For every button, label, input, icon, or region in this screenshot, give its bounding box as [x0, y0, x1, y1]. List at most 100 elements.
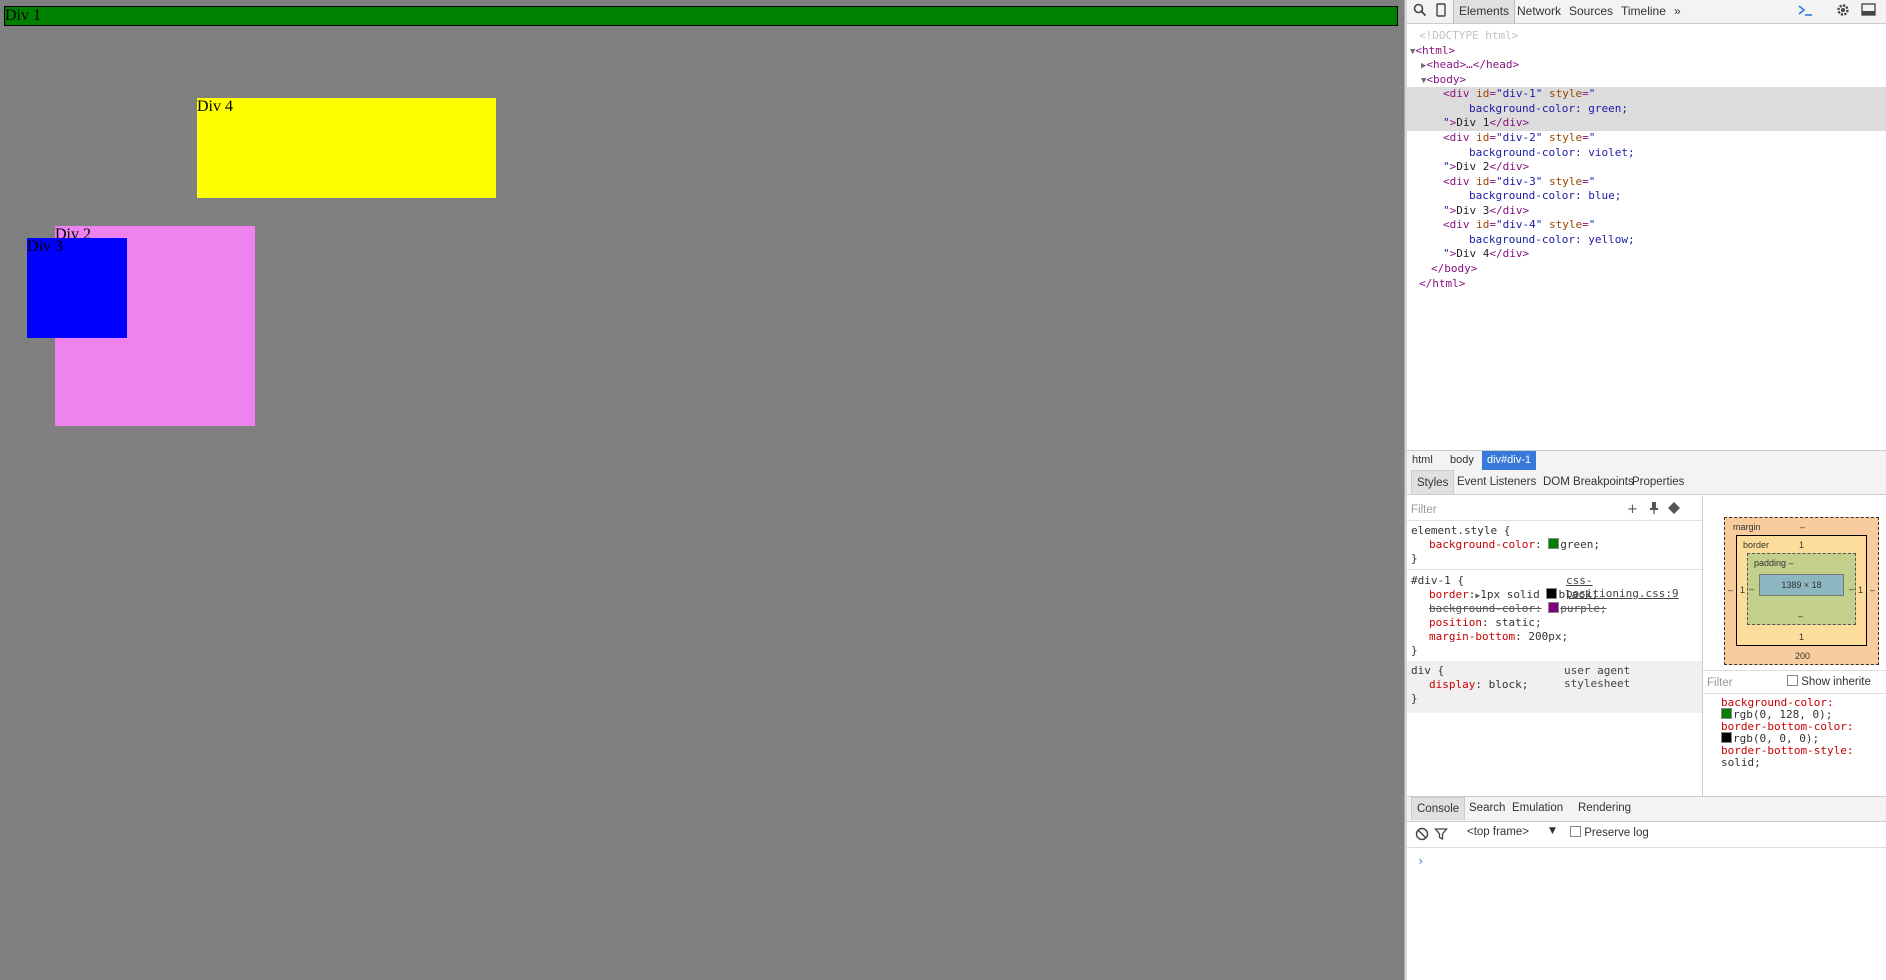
dom-line-body[interactable]: ▼<body> — [1407, 73, 1886, 88]
computed-value: solid; — [1721, 756, 1761, 769]
tab-dom-breakpoints[interactable]: DOM Breakpoints — [1538, 470, 1639, 494]
dom-line-html-close[interactable]: </html> — [1407, 277, 1886, 292]
computed-filter-input[interactable]: Filter — [1707, 677, 1733, 689]
more-tabs-button[interactable]: » — [1669, 0, 1686, 23]
preserve-log-checkbox[interactable] — [1570, 826, 1581, 837]
search-icon[interactable] — [1411, 3, 1429, 21]
tab-rendering[interactable]: Rendering — [1573, 797, 1636, 820]
console-output[interactable]: › — [1407, 848, 1886, 980]
filter-icon[interactable] — [1434, 827, 1448, 844]
dom-node-div-3[interactable]: <div id="div-3" style=" background-color… — [1407, 175, 1886, 219]
dom-node-div-4[interactable]: <div id="div-4" style=" background-color… — [1407, 218, 1886, 262]
div-3-id: div-3 — [1502, 174, 1536, 188]
rule-close: } — [1411, 552, 1418, 565]
margin-label: margin — [1733, 522, 1761, 532]
padding-bottom-value: – — [1798, 611, 1804, 621]
console-toolbar: <top frame> ▼ Preserve log — [1407, 821, 1886, 848]
div-4-label: Div 4 — [197, 98, 233, 115]
dom-line-doctype[interactable]: <!DOCTYPE html> — [1407, 29, 1886, 44]
padding-left-value: – — [1749, 584, 1755, 594]
dock-side-icon[interactable] — [1859, 3, 1877, 21]
div-4-bg: yellow — [1588, 232, 1628, 246]
padding-box[interactable]: padding – – – – 1389 × 18 — [1747, 553, 1856, 625]
expand-arrow-icon[interactable]: ▼ — [1407, 76, 1426, 86]
margin-top-value: – — [1800, 522, 1806, 532]
console-prompt[interactable]: › — [1417, 854, 1424, 868]
tab-event-listeners[interactable]: Event Listeners — [1452, 470, 1541, 494]
dom-line-html[interactable]: ▼<html> — [1407, 44, 1886, 59]
position-prop: position — [1429, 616, 1482, 629]
element-style-declaration[interactable]: background-color: green; — [1429, 538, 1600, 551]
preserve-log-toggle[interactable]: Preserve log — [1570, 826, 1649, 839]
position-value: static; — [1495, 616, 1542, 629]
background-declaration-overridden[interactable]: background-color: purple; — [1429, 602, 1607, 615]
breadcrumb: html body div#div-1 — [1407, 450, 1886, 471]
content-box[interactable]: 1389 × 18 — [1759, 574, 1844, 596]
user-agent-source: user agent stylesheet — [1564, 664, 1631, 690]
box-model-pane: margin – – – 200 border 1 1 1 1 padding … — [1703, 496, 1886, 796]
position-declaration[interactable]: position: static; — [1429, 616, 1542, 629]
dom-node-div-1[interactable]: <div id="div-1" style=" background-color… — [1407, 87, 1886, 131]
device-mode-icon[interactable] — [1432, 3, 1450, 21]
div-1-text: Div 1 — [1456, 116, 1490, 129]
tab-styles[interactable]: Styles — [1411, 470, 1455, 494]
color-swatch[interactable] — [1548, 538, 1560, 549]
dom-node-div-2[interactable]: <div id="div-2" style=" background-color… — [1407, 131, 1886, 175]
pin-icon[interactable] — [1649, 501, 1659, 518]
inspected-page: Div 4 Div 2 Div 3 Div 1 — [0, 0, 1404, 980]
drawer-tabs: Console Search Emulation Rendering — [1407, 796, 1886, 822]
margin-declaration[interactable]: margin-bottom: 200px; — [1429, 630, 1568, 643]
collapse-arrow-icon[interactable]: ▶ — [1407, 61, 1426, 71]
border-value: 1px solid — [1480, 588, 1540, 601]
border-declaration[interactable]: border:▶1px solid black; — [1429, 588, 1598, 601]
add-rule-icon[interactable]: + — [1627, 502, 1638, 517]
element-style-prop: background-color — [1429, 538, 1535, 551]
show-inherited-checkbox[interactable] — [1787, 675, 1798, 686]
breadcrumb-html[interactable]: html — [1407, 451, 1438, 470]
tab-elements[interactable]: Elements — [1453, 0, 1516, 23]
preserve-log-label: Preserve log — [1584, 827, 1649, 839]
dom-line-body-close[interactable]: </body> — [1407, 262, 1886, 277]
tab-console[interactable]: Console — [1411, 797, 1466, 820]
color-format-icon[interactable] — [1667, 501, 1681, 518]
margin-box[interactable]: margin – – – 200 border 1 1 1 1 padding … — [1724, 517, 1879, 665]
breadcrumb-div-1[interactable]: div#div-1 — [1482, 451, 1537, 470]
gear-icon[interactable] — [1834, 3, 1852, 21]
tab-timeline[interactable]: Timeline — [1616, 0, 1671, 23]
border-right-value: 1 — [1857, 585, 1863, 595]
padding-right-value: – — [1848, 584, 1854, 594]
frame-select[interactable]: <top frame> — [1467, 826, 1529, 838]
id-rule-selector: #div-1 { — [1411, 574, 1464, 587]
margin-left-value: – — [1728, 585, 1734, 595]
frame-select-value: <top frame> — [1467, 826, 1530, 838]
color-swatch[interactable] — [1546, 588, 1558, 599]
border-box[interactable]: border 1 1 1 1 padding – – – – 1389 × 18 — [1736, 535, 1867, 646]
breadcrumb-body[interactable]: body — [1445, 451, 1479, 470]
console-drawer-icon[interactable] — [1796, 3, 1814, 21]
chevron-down-icon[interactable]: ▼ — [1549, 826, 1556, 836]
color-swatch[interactable] — [1548, 602, 1560, 613]
margin-value: 200px; — [1528, 630, 1569, 643]
div-2-id: div-2 — [1502, 131, 1536, 144]
show-inherited-label: Show inherite — [1801, 676, 1871, 688]
div-rule-selector: div { — [1411, 664, 1445, 677]
margin-prop: margin-bottom — [1429, 630, 1516, 643]
show-inherited-toggle[interactable]: Show inherite — [1787, 675, 1871, 688]
dom-line-head[interactable]: ▶<head>…</head> — [1407, 58, 1886, 73]
tab-sources[interactable]: Sources — [1564, 0, 1618, 23]
tab-properties[interactable]: Properties — [1627, 470, 1689, 494]
html-close-tag: </html> — [1419, 276, 1466, 290]
div-1-label: Div 1 — [5, 7, 41, 24]
clear-console-icon[interactable] — [1415, 827, 1429, 844]
tab-emulation[interactable]: Emulation — [1507, 797, 1568, 820]
styles-filter-input[interactable]: Filter — [1411, 504, 1437, 516]
tab-search[interactable]: Search — [1464, 797, 1510, 820]
dom-tree: <!DOCTYPE html> ▼<html> ▶<head>…</head> … — [1407, 25, 1886, 450]
div-2-text: Div 2 — [1456, 160, 1490, 173]
div-4-text: Div 4 — [1456, 247, 1490, 260]
body-open-tag: <body> — [1426, 72, 1467, 86]
doctype-text: <!DOCTYPE html> — [1419, 29, 1519, 42]
body-close-tag: </body> — [1431, 262, 1478, 275]
tab-network[interactable]: Network — [1512, 0, 1566, 23]
border-bottom-value: 1 — [1799, 632, 1805, 642]
